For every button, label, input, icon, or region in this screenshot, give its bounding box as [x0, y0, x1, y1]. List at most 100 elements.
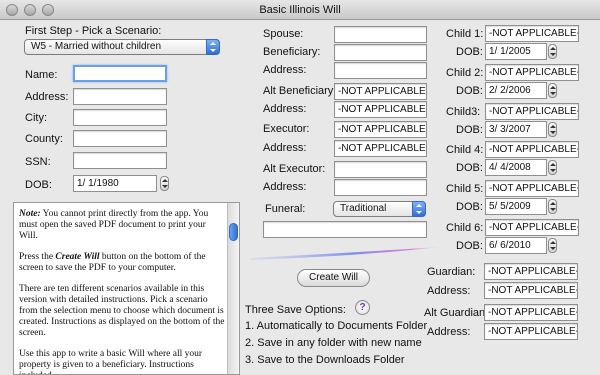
guardian-label: Guardian:: [427, 266, 476, 278]
instructions-paragraph: Press the Create Will button on the bott…: [19, 252, 206, 273]
zoom-window-icon[interactable]: [42, 4, 54, 16]
child-dob-stepper[interactable]: [548, 238, 557, 253]
alt-executor-label: Alt Executor:: [263, 163, 326, 175]
save-option-2: 2. Save in any folder with new name: [245, 337, 422, 349]
child-dob-field[interactable]: 6/ 6/2010: [485, 237, 547, 254]
address-label: Address:: [25, 91, 69, 103]
child-dob-label: DOB:: [456, 201, 483, 213]
ssn-field[interactable]: [73, 152, 167, 169]
child-name-field[interactable]: -NOT APPLICABLE-: [485, 219, 579, 236]
alt-beneficiary-field[interactable]: -NOT APPLICABLE-: [334, 83, 427, 100]
child-label: Child 1:: [446, 28, 484, 40]
minimize-window-icon[interactable]: [24, 4, 36, 16]
child-dob-stepper[interactable]: [548, 44, 557, 59]
guardian-address-label: Address:: [427, 285, 471, 297]
child-dob-field[interactable]: 3/ 3/2007: [485, 121, 547, 138]
child-dob-label: DOB:: [456, 240, 483, 252]
funeral-label: Funeral:: [265, 203, 306, 215]
child-dob-label: DOB:: [456, 85, 483, 97]
help-icon[interactable]: ?: [355, 300, 370, 315]
name-field[interactable]: [73, 65, 167, 82]
executor-field[interactable]: -NOT APPLICABLE-: [334, 121, 427, 138]
child-label: Child 2:: [446, 67, 484, 79]
child-dob-field[interactable]: 1/ 1/2005: [485, 43, 547, 60]
instructions-paragraph: Note: You cannot print directly from the…: [19, 209, 209, 241]
alt-executor-field[interactable]: [334, 161, 427, 178]
alt-guardian-label: Alt Guardian:: [424, 307, 489, 319]
ssn-label: SSN:: [25, 156, 51, 168]
instructions-scrollbar[interactable]: [227, 203, 239, 374]
save-options-title: Three Save Options:: [245, 304, 346, 316]
alt-guardian-address-field[interactable]: -NOT APPLICABLE-: [484, 323, 578, 340]
executor-label: Executor:: [263, 123, 310, 135]
app-window: Basic Illinois Will First Step - Pick a …: [0, 0, 600, 375]
alt-guardian-address-label: Address:: [427, 326, 471, 338]
dob-stepper[interactable]: [160, 176, 169, 191]
child-name-field[interactable]: -NOT APPLICABLE-: [485, 141, 579, 158]
child-name-field[interactable]: -NOT APPLICABLE-: [485, 25, 579, 42]
child-dob-stepper[interactable]: [548, 83, 557, 98]
create-will-button[interactable]: Create Will: [297, 269, 370, 287]
child-label: Child 5:: [446, 183, 484, 195]
child-name-field[interactable]: -NOT APPLICABLE-: [485, 180, 579, 197]
child-dob-field[interactable]: 4/ 4/2008: [485, 159, 547, 176]
instructions-paragraph: Use this app to write a basic Will where…: [19, 349, 203, 374]
spouse-field[interactable]: [334, 26, 427, 43]
child-name-field[interactable]: -NOT APPLICABLE-: [485, 64, 579, 81]
funeral-details-field[interactable]: [263, 221, 427, 238]
window-title: Basic Illinois Will: [259, 4, 341, 16]
scroll-thumb[interactable]: [229, 223, 238, 241]
alt-beneficiary-label: Alt Beneficiary:: [263, 85, 337, 97]
city-field[interactable]: [73, 109, 167, 126]
child-dob-label: DOB:: [456, 46, 483, 58]
executor-address-label: Address:: [263, 142, 307, 154]
select-arrows-icon: [412, 201, 426, 217]
instructions-text: Note: You cannot print directly from the…: [19, 209, 226, 374]
child-dob-label: DOB:: [456, 124, 483, 136]
alt-guardian-field[interactable]: -NOT APPLICABLE-: [484, 304, 578, 321]
scenario-select[interactable]: W5 - Married without children: [24, 39, 220, 55]
close-window-icon[interactable]: [6, 4, 18, 16]
beneficiary-field[interactable]: [334, 44, 427, 61]
city-label: City:: [25, 112, 47, 124]
county-field[interactable]: [73, 130, 167, 147]
decorative-swoosh: [250, 247, 440, 260]
child-dob-stepper[interactable]: [548, 122, 557, 137]
name-label: Name:: [25, 69, 58, 81]
child-label: Child 6:: [446, 222, 484, 234]
beneficiary-address-label: Address:: [263, 64, 307, 76]
guardian-field[interactable]: -NOT APPLICABLE-: [484, 263, 578, 280]
child-dob-stepper[interactable]: [548, 160, 557, 175]
alt-executor-address-label: Address:: [263, 181, 307, 193]
title-bar: Basic Illinois Will: [0, 0, 600, 20]
funeral-select-value: Traditional: [340, 203, 387, 214]
instructions-paragraph: There are ten different scenarios availa…: [19, 284, 225, 338]
scenario-select-value: W5 - Married without children: [31, 41, 162, 52]
spouse-label: Spouse:: [263, 28, 304, 40]
alt-beneficiary-address-field[interactable]: -NOT APPLICABLE-: [334, 101, 427, 118]
funeral-select[interactable]: Traditional: [333, 201, 426, 217]
alt-executor-address-field[interactable]: [334, 179, 427, 196]
alt-beneficiary-address-label: Address:: [263, 103, 307, 115]
child-label: Child3:: [446, 106, 481, 118]
save-option-1: 1. Automatically to Documents Folder: [245, 320, 428, 332]
scenario-step-label: First Step - Pick a Scenario:: [25, 25, 162, 37]
beneficiary-address-field[interactable]: [334, 62, 427, 79]
executor-address-field[interactable]: -NOT APPLICABLE-: [334, 140, 427, 157]
window-content: First Step - Pick a Scenario: W5 - Marri…: [0, 21, 600, 375]
child-label: Child 4:: [446, 144, 484, 156]
beneficiary-label: Beneficiary:: [263, 46, 321, 58]
dob-label: DOB:: [25, 179, 52, 191]
guardian-address-field[interactable]: -NOT APPLICABLE-: [484, 282, 578, 299]
child-name-field[interactable]: -NOT APPLICABLE-: [485, 103, 579, 120]
child-dob-stepper[interactable]: [548, 199, 557, 214]
save-option-3: 3. Save to the Downloads Folder: [245, 354, 405, 366]
child-dob-label: DOB:: [456, 162, 483, 174]
instructions-panel[interactable]: Note: You cannot print directly from the…: [13, 202, 240, 375]
child-dob-field[interactable]: 5/ 5/2009: [485, 198, 547, 215]
child-dob-field[interactable]: 2/ 2/2006: [485, 82, 547, 99]
county-label: County:: [25, 133, 63, 145]
select-arrows-icon: [206, 39, 220, 55]
dob-date-field[interactable]: 1/ 1/1980: [73, 175, 157, 192]
address-field[interactable]: [73, 88, 167, 105]
